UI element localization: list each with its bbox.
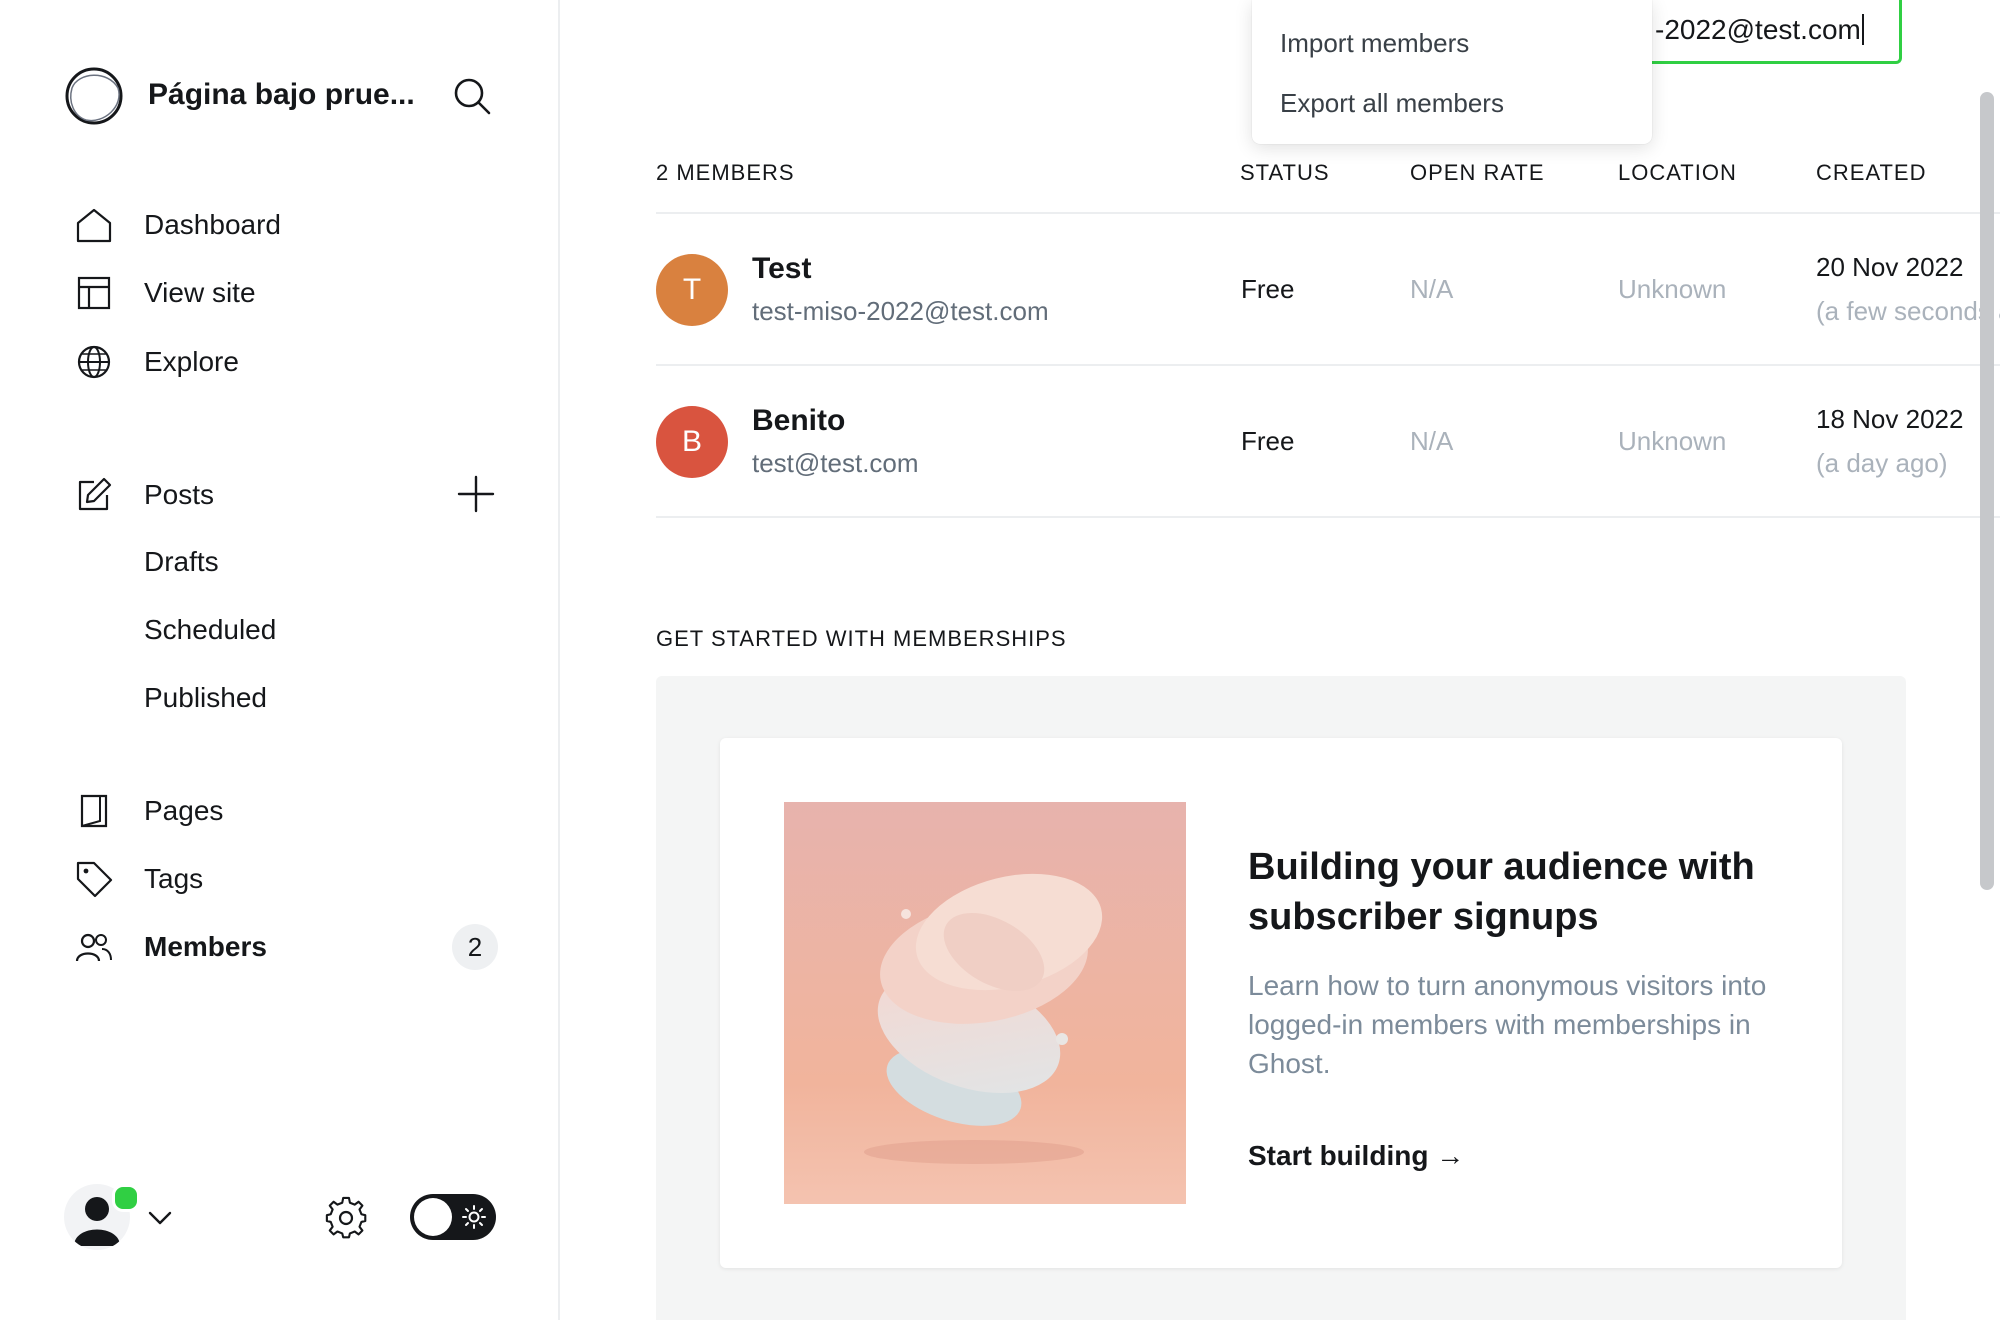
nav-view-site[interactable]: View site bbox=[74, 268, 256, 318]
get-started-title: GET STARTED WITH MEMBERSHIPS bbox=[656, 626, 1067, 651]
status-header[interactable]: STATUS bbox=[1240, 160, 1330, 186]
member-name: Benito bbox=[752, 404, 846, 437]
memberships-illustration bbox=[784, 802, 1186, 1204]
member-status: Free bbox=[1241, 274, 1295, 304]
chevron-down-icon[interactable] bbox=[146, 1204, 174, 1232]
nav-posts-label: Posts bbox=[144, 479, 215, 510]
tag-icon bbox=[76, 861, 113, 898]
location-header[interactable]: LOCATION bbox=[1618, 160, 1737, 186]
nav-tags-label: Tags bbox=[144, 863, 204, 894]
member-open-rate: N/A bbox=[1410, 274, 1454, 304]
nav-dashboard-label: Dashboard bbox=[144, 209, 281, 240]
actions-dropdown-menu: Import members Export all members bbox=[1252, 0, 1652, 144]
member-open-rate: N/A bbox=[1410, 426, 1454, 456]
members-icon bbox=[75, 933, 112, 962]
nav-drafts[interactable]: Drafts bbox=[144, 546, 219, 578]
search-icon[interactable] bbox=[452, 76, 492, 116]
member-avatar: T bbox=[656, 254, 728, 326]
member-email: test@test.com bbox=[752, 448, 919, 478]
member-name: Test bbox=[752, 252, 812, 285]
site-logo-icon bbox=[65, 67, 123, 125]
nav-dashboard[interactable]: Dashboard bbox=[74, 200, 281, 250]
member-status: Free bbox=[1241, 426, 1295, 456]
home-icon bbox=[76, 208, 112, 243]
member-created-ago: (a few seconds ago) bbox=[1816, 296, 2000, 326]
start-building-link[interactable]: Start building → bbox=[1248, 1140, 1464, 1172]
table-divider bbox=[656, 212, 2000, 214]
pages-icon bbox=[80, 794, 108, 828]
member-location: Unknown bbox=[1618, 426, 1727, 456]
table-divider bbox=[656, 516, 2000, 518]
created-header[interactable]: CREATED bbox=[1816, 160, 1927, 186]
members-count-badge: 2 bbox=[452, 924, 498, 970]
nav-published[interactable]: Published bbox=[144, 682, 267, 714]
layout-icon bbox=[77, 276, 111, 310]
nav-tags[interactable]: Tags bbox=[74, 854, 203, 904]
nav-members[interactable]: Members bbox=[74, 922, 267, 972]
members-count-header: 2 MEMBERS bbox=[656, 160, 795, 185]
edit-icon bbox=[78, 477, 112, 511]
member-avatar: B bbox=[656, 406, 728, 478]
search-input-value: -2022@test.com bbox=[1655, 14, 1861, 45]
dark-mode-toggle[interactable] bbox=[410, 1194, 496, 1240]
member-location: Unknown bbox=[1618, 274, 1727, 304]
nav-pages[interactable]: Pages bbox=[74, 786, 223, 836]
nav-posts[interactable]: Posts bbox=[74, 470, 214, 520]
sun-icon bbox=[462, 1205, 486, 1229]
globe-icon bbox=[77, 345, 111, 379]
settings-gear-icon[interactable] bbox=[324, 1196, 368, 1240]
nav-members-label: Members bbox=[144, 931, 267, 962]
export-members-option[interactable]: Export all members bbox=[1280, 88, 1504, 119]
nav-explore-label: Explore bbox=[144, 346, 239, 377]
nav-explore[interactable]: Explore bbox=[74, 337, 239, 387]
member-search-input[interactable]: -2022@test.com​ bbox=[1640, 0, 1902, 64]
sidebar: Página bajo prue... Dashboard View site … bbox=[0, 0, 560, 1320]
member-created-ago: (a day ago) bbox=[1816, 448, 1948, 478]
open-rate-header[interactable]: OPEN RATE bbox=[1410, 160, 1545, 186]
get-started-description: Learn how to turn anonymous visitors int… bbox=[1248, 970, 1767, 1079]
site-brand[interactable]: Página bajo prue... bbox=[64, 64, 415, 128]
online-status-dot bbox=[112, 1184, 140, 1212]
import-members-option[interactable]: Import members bbox=[1280, 28, 1469, 59]
toggle-knob bbox=[414, 1198, 452, 1236]
member-created-date: 20 Nov 2022 bbox=[1816, 252, 1964, 282]
nav-pages-label: Pages bbox=[144, 795, 224, 826]
site-title: Página bajo prue... bbox=[148, 78, 415, 111]
member-created-date: 18 Nov 2022 bbox=[1816, 404, 1964, 434]
text-cursor: ​ bbox=[1861, 14, 1864, 45]
table-divider bbox=[656, 364, 2000, 366]
vertical-scrollbar[interactable] bbox=[1980, 92, 1994, 890]
nav-scheduled[interactable]: Scheduled bbox=[144, 614, 276, 646]
nav-view-site-label: View site bbox=[144, 277, 256, 308]
get-started-heading: Building your audience with subscriber s… bbox=[1248, 846, 1755, 938]
member-email: test-miso-2022@test.com bbox=[752, 296, 1049, 326]
new-post-plus-icon[interactable] bbox=[456, 474, 496, 514]
